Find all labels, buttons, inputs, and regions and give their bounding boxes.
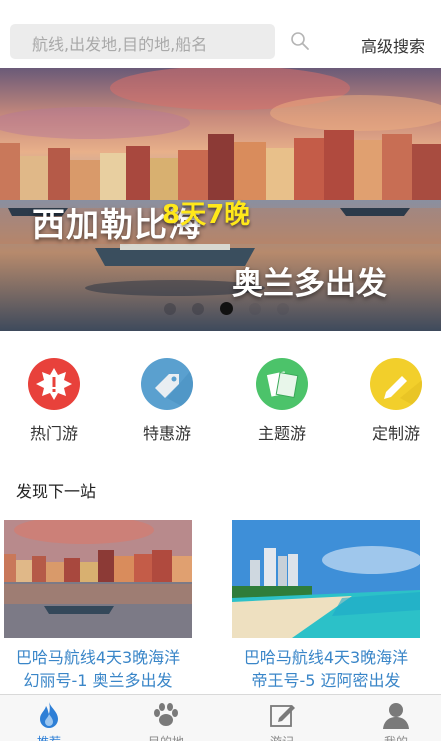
tab-travelogue[interactable]: 游记 [237,695,327,741]
pencil-icon [370,358,422,410]
search-icon[interactable] [290,31,310,51]
carousel-indicator[interactable] [164,302,289,315]
search-placeholder: 航线,出发地,目的地,船名 [32,35,208,54]
search-header: 航线,出发地,目的地,船名 高级搜索 [0,0,441,66]
category-discount[interactable]: 特惠游 [122,355,212,444]
flame-icon [40,702,58,728]
search-input[interactable]: 航线,出发地,目的地,船名 [10,24,275,59]
category-row: 热门游 特惠游 主题游 定制游 [0,355,441,445]
tab-destination[interactable]: 目的地 [121,695,211,741]
category-label: 定制游 [371,424,420,443]
cruise-card-image [232,520,420,638]
banner-carousel[interactable]: 西加勒比海 8天7晚 奥兰多出发 [0,68,441,331]
category-label: 主题游 [257,424,306,443]
edit-note-icon [270,705,295,727]
banner-departure: 奥兰多出发 [232,266,387,302]
cruise-card-title-line1: 巴哈马航线4天3晚海洋 [15,648,181,667]
hot-burst-icon [28,358,80,410]
cruise-card-image [4,520,192,638]
carousel-dot[interactable] [164,303,176,315]
category-label: 特惠游 [142,424,191,443]
app-screen: 航线,出发地,目的地,船名 高级搜索 西加勒比海 8天7晚 奥兰多出发 热门游 … [0,0,441,741]
tab-recommend[interactable]: 推荐 [4,695,94,741]
tag-icon [141,358,193,410]
advanced-search-button[interactable]: 高级搜索 [361,33,425,57]
tab-label: 目的地 [121,733,211,741]
carousel-dot-active[interactable] [220,302,233,315]
carousel-dot[interactable] [249,303,261,315]
carousel-dot[interactable] [277,303,289,315]
cruise-card-title-line1: 巴哈马航线4天3晚海洋 [243,648,409,667]
category-theme[interactable]: 主题游 [237,355,327,444]
bottom-tab-bar: 推荐 目的地 游记 我的 [0,694,441,741]
tab-label: 推荐 [4,733,94,741]
tab-mine[interactable]: 我的 [351,695,441,741]
tab-label: 游记 [237,733,327,741]
paw-icon [154,703,178,726]
tab-label: 我的 [351,733,441,741]
category-hot[interactable]: 热门游 [9,355,99,444]
carousel-dot[interactable] [192,303,204,315]
cruise-card-title-line2: 幻丽号-1 奥兰多出发 [23,671,173,690]
cards-icon [256,358,308,410]
banner-duration: 8天7晚 [162,200,251,230]
cruise-card[interactable]: 巴哈马航线4天3晚海洋 帝王号-5 迈阿密出发 [232,520,420,692]
cruise-card[interactable]: 巴哈马航线4天3晚海洋 幻丽号-1 奥兰多出发 [4,520,192,692]
section-title: 发现下一站 [16,482,97,501]
category-label: 热门游 [29,424,78,443]
category-custom[interactable]: 定制游 [351,355,441,444]
cruise-card-title-line2: 帝王号-5 迈阿密出发 [251,671,401,690]
user-icon [383,703,409,729]
